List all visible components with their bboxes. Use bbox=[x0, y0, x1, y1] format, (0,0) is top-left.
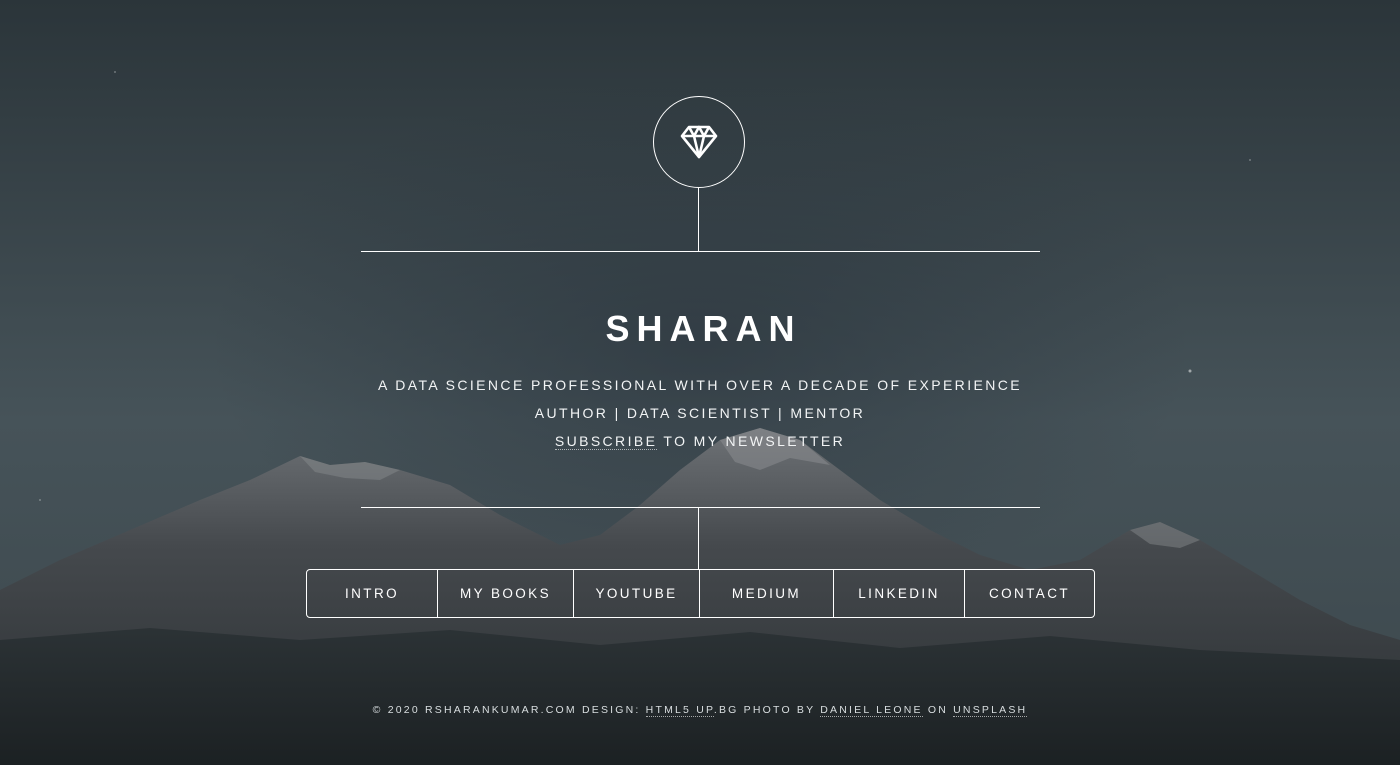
nav-item-youtube[interactable]: YOUTUBE bbox=[574, 570, 700, 617]
logo bbox=[653, 96, 745, 188]
footer-design-link[interactable]: HTML5 UP bbox=[645, 704, 714, 717]
newsletter-text: TO MY NEWSLETTER bbox=[657, 433, 846, 449]
footer: © 2020 RSHARANKUMAR.COM DESIGN: HTML5 UP… bbox=[0, 702, 1400, 718]
nav-item-intro[interactable]: INTRO bbox=[307, 570, 438, 617]
site-title: SHARAN bbox=[605, 308, 802, 349]
footer-copyright: © 2020 RSHARANKUMAR.COM DESIGN: bbox=[372, 704, 646, 716]
nav-item-linkedin[interactable]: LINKEDIN bbox=[834, 570, 965, 617]
logo-connector-line bbox=[698, 188, 699, 252]
footer-on-text: ON bbox=[922, 704, 954, 716]
nav-item-contact[interactable]: CONTACT bbox=[965, 570, 1094, 617]
footer-unsplash-link[interactable]: UNSPLASH bbox=[953, 704, 1028, 717]
page-content: SHARAN A DATA SCIENCE PROFESSIONAL WITH … bbox=[0, 0, 1400, 765]
bottom-divider bbox=[361, 507, 1040, 508]
tagline-roles: AUTHOR | DATA SCIENTIST | MENTOR bbox=[534, 405, 866, 421]
nav-item-my-books[interactable]: MY BOOKS bbox=[438, 570, 574, 617]
newsletter-line: SUBSCRIBE TO MY NEWSLETTER bbox=[0, 431, 1400, 451]
top-divider bbox=[361, 251, 1040, 252]
nav-item-medium[interactable]: MEDIUM bbox=[700, 570, 834, 617]
footer-bg-photo-text: .BG PHOTO BY bbox=[713, 704, 821, 716]
diamond-icon bbox=[680, 125, 718, 159]
tagline-experience: A DATA SCIENCE PROFESSIONAL WITH OVER A … bbox=[378, 377, 1022, 393]
main-nav: INTRO MY BOOKS YOUTUBE MEDIUM LINKEDIN C… bbox=[306, 569, 1095, 618]
nav-connector-line bbox=[698, 507, 699, 569]
footer-photographer-link[interactable]: DANIEL LEONE bbox=[820, 704, 923, 717]
subscribe-link[interactable]: SUBSCRIBE bbox=[554, 433, 658, 450]
